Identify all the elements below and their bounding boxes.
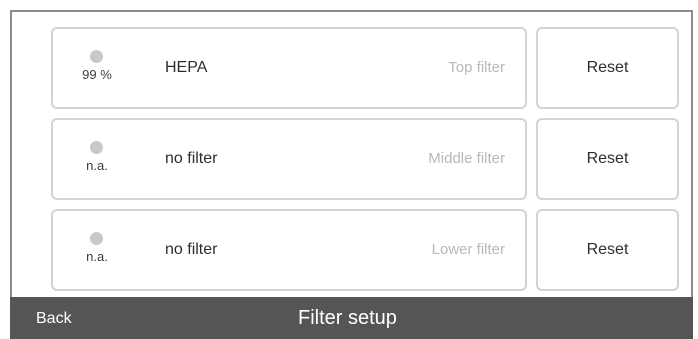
filter-card-lower[interactable]: n.a. no filter Lower filter	[51, 209, 527, 291]
status-dot-icon	[90, 141, 103, 154]
filter-name: HEPA	[165, 59, 208, 76]
filter-status-value: 99 %	[82, 67, 112, 82]
reset-top-filter-button[interactable]: Reset	[536, 27, 679, 109]
page-title: Filter setup	[298, 307, 397, 329]
filter-position-label: Middle filter	[428, 150, 505, 167]
filter-row-lower: n.a. no filter Lower filter Reset	[12, 209, 691, 291]
filter-status-value: n.a.	[86, 249, 108, 264]
filter-status-value: n.a.	[86, 158, 108, 173]
filter-position-label: Lower filter	[431, 241, 505, 258]
filter-position-label: Top filter	[448, 59, 505, 76]
reset-middle-filter-button[interactable]: Reset	[536, 118, 679, 200]
filter-row-top: 99 % HEPA Top filter Reset	[12, 27, 691, 109]
footer-bar: Back Filter setup	[10, 297, 693, 339]
filter-panel: 99 % HEPA Top filter Reset n.a. no filte…	[10, 10, 693, 297]
back-button[interactable]: Back	[36, 310, 72, 328]
filter-name: no filter	[165, 241, 218, 258]
filter-name: no filter	[165, 150, 218, 167]
filter-card-middle[interactable]: n.a. no filter Middle filter	[51, 118, 527, 200]
status-dot-icon	[90, 232, 103, 245]
reset-lower-filter-button[interactable]: Reset	[536, 209, 679, 291]
filter-row-middle: n.a. no filter Middle filter Reset	[12, 118, 691, 200]
status-dot-icon	[90, 50, 103, 63]
filter-card-top[interactable]: 99 % HEPA Top filter	[51, 27, 527, 109]
